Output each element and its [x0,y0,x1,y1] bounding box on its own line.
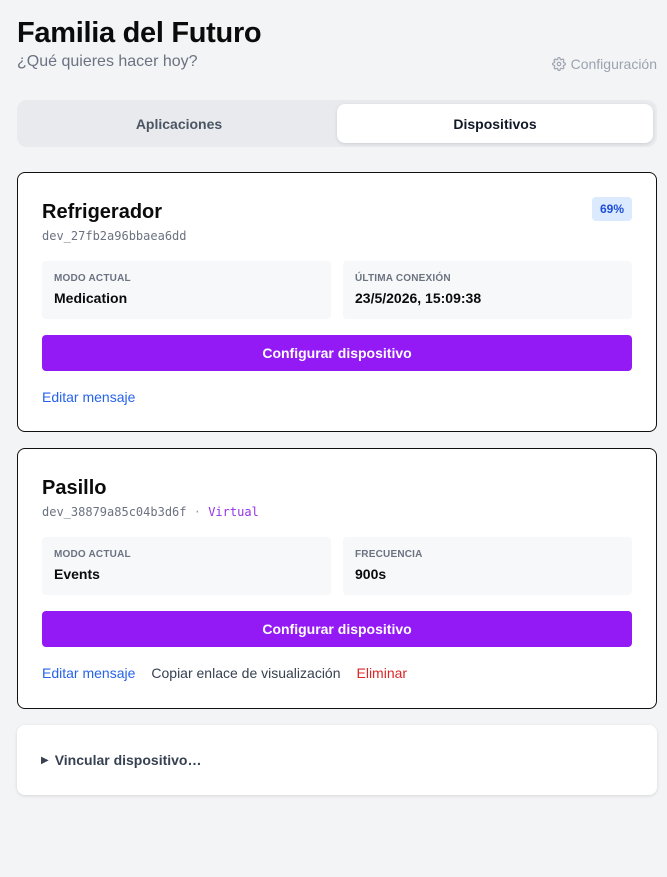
info-label: MODO ACTUAL [54,273,131,284]
tab-dispositivos[interactable]: Dispositivos [337,104,653,143]
configure-device-button[interactable]: Configurar dispositivo [42,611,632,647]
device-info-row: MODO ACTUAL Events FRECUENCIA 900s [42,537,632,595]
device-actions: Editar mensaje Copiar enlace de visualiz… [42,665,632,682]
device-info-row: MODO ACTUAL Medication ÚLTIMA CONEXIÓN 2… [42,261,632,319]
delete-device-button[interactable]: Eliminar [357,665,408,682]
device-id: dev_38879a85c04b3d6f · Virtual [42,504,632,520]
device-id-text: dev_38879a85c04b3d6f [42,505,187,519]
device-id: dev_27fb2a96bbaea6dd [42,228,632,244]
link-device-expander[interactable]: ▶ Vincular dispositivo… [17,725,657,795]
info-box-mode: MODO ACTUAL Events [42,537,331,595]
device-id-text: dev_27fb2a96bbaea6dd [42,229,187,243]
info-box-mode: MODO ACTUAL Medication [42,261,331,319]
device-card: Refrigerador 69% dev_27fb2a96bbaea6dd MO… [17,172,657,432]
info-box-last-connection: ÚLTIMA CONEXIÓN 23/5/2026, 15:09:38 [343,261,632,319]
separator: · [193,505,201,519]
info-value: Medication [54,290,128,306]
device-actions: Editar mensaje [42,389,632,406]
tab-bar: Aplicaciones Dispositivos [17,100,657,147]
info-value: Events [54,566,100,582]
device-name: Refrigerador [42,201,163,223]
edit-message-link[interactable]: Editar mensaje [42,389,135,406]
battery-badge: 69% [591,197,632,221]
info-value: 23/5/2026, 15:09:38 [355,290,482,306]
info-label: ÚLTIMA CONEXIÓN [355,273,451,284]
info-label: FRECUENCIA [355,549,423,560]
tab-aplicaciones[interactable]: Aplicaciones [21,104,337,143]
copy-view-link-button[interactable]: Copiar enlace de visualización [151,665,340,682]
edit-message-link[interactable]: Editar mensaje [42,665,135,682]
page-header: Familia del Futuro ¿Qué quieres hacer ho… [17,14,657,72]
device-name: Pasillo [42,477,107,499]
settings-label: Configuración [570,56,657,72]
virtual-tag: Virtual [208,505,259,519]
info-label: MODO ACTUAL [54,549,131,560]
page-title: Familia del Futuro [17,17,262,49]
gear-icon [551,57,566,71]
link-device-label: Vincular dispositivo… [54,752,202,768]
info-box-frequency: FRECUENCIA 900s [343,537,632,595]
settings-button[interactable]: Configuración [551,56,657,72]
device-card: Pasillo dev_38879a85c04b3d6f · Virtual M… [17,448,657,709]
triangle-right-icon: ▶ [41,754,49,766]
configure-device-button[interactable]: Configurar dispositivo [42,335,632,371]
info-value: 900s [355,566,387,582]
